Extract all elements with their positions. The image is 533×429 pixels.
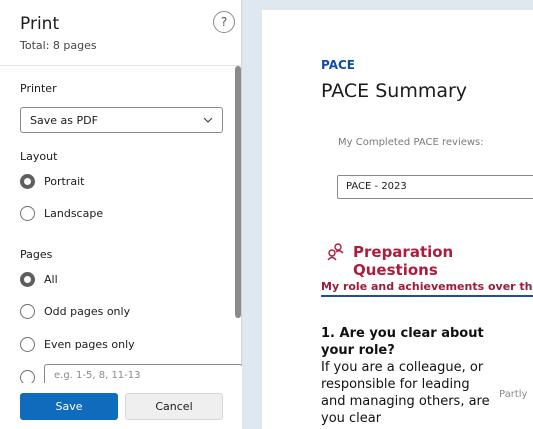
layout-label: Layout <box>20 150 58 163</box>
pages-label: Pages <box>20 248 53 261</box>
pages-option-label: Even pages only <box>44 338 135 351</box>
print-panel-header: Print Total: 8 pages ? <box>0 0 242 66</box>
rating-label: Partly <box>499 389 528 400</box>
question-description: If you are a colleague, or responsible f… <box>321 360 490 426</box>
section-divider <box>321 295 533 297</box>
print-title: Print <box>20 14 60 34</box>
layout-option-label: Portrait <box>44 175 85 188</box>
panel-scrollbar[interactable] <box>235 66 241 318</box>
layout-option-landscape[interactable]: Landscape <box>20 205 230 223</box>
radio-checked-icon <box>20 272 35 287</box>
radio-unchecked-icon <box>20 206 35 221</box>
doc-brand: PACE <box>321 58 355 72</box>
pages-option-label: All <box>44 273 58 286</box>
print-settings: Printer Save as PDF Layout Portrait Land… <box>0 67 242 383</box>
reviews-label: My Completed PACE reviews: <box>338 137 484 148</box>
print-panel-footer: Save Cancel <box>0 383 242 429</box>
print-panel: Print Total: 8 pages ? Printer Save as P… <box>0 0 242 429</box>
printer-selected: Save as PDF <box>30 114 98 127</box>
chevron-down-icon <box>203 117 213 123</box>
question-title: 1. Are you clear about your role? <box>321 326 484 358</box>
people-icon <box>327 243 344 261</box>
radio-unchecked-icon <box>20 304 35 319</box>
save-button[interactable]: Save <box>20 393 118 420</box>
radio-unchecked-icon <box>20 370 35 383</box>
pages-option-custom[interactable]: e.g. 1-5, 8, 11-13 <box>20 364 242 383</box>
layout-option-portrait[interactable]: Portrait <box>20 173 230 191</box>
total-pages: Total: 8 pages <box>20 39 97 52</box>
print-preview[interactable]: PACE PACE Summary My Completed PACE revi… <box>242 0 533 429</box>
radio-checked-icon <box>20 174 35 189</box>
layout-option-label: Landscape <box>44 207 104 220</box>
pages-option-label: Odd pages only <box>44 305 131 318</box>
cancel-button[interactable]: Cancel <box>125 393 223 420</box>
section-subheading: My role and achievements over the <box>321 280 533 293</box>
pages-option-odd[interactable]: Odd pages only <box>20 303 230 321</box>
doc-title: PACE Summary <box>321 80 468 102</box>
pages-option-even[interactable]: Even pages only <box>20 336 230 354</box>
help-icon[interactable]: ? <box>213 11 235 33</box>
radio-unchecked-icon <box>20 337 35 352</box>
printer-select[interactable]: Save as PDF <box>20 107 223 133</box>
reviews-value: PACE - 2023 <box>346 181 407 192</box>
section-heading: Preparation Questions <box>353 243 454 279</box>
printer-label: Printer <box>20 82 57 95</box>
page-range-input[interactable]: e.g. 1-5, 8, 11-13 <box>44 364 242 383</box>
reviews-select: PACE - 2023 <box>337 175 533 199</box>
pages-option-all[interactable]: All <box>20 271 230 289</box>
